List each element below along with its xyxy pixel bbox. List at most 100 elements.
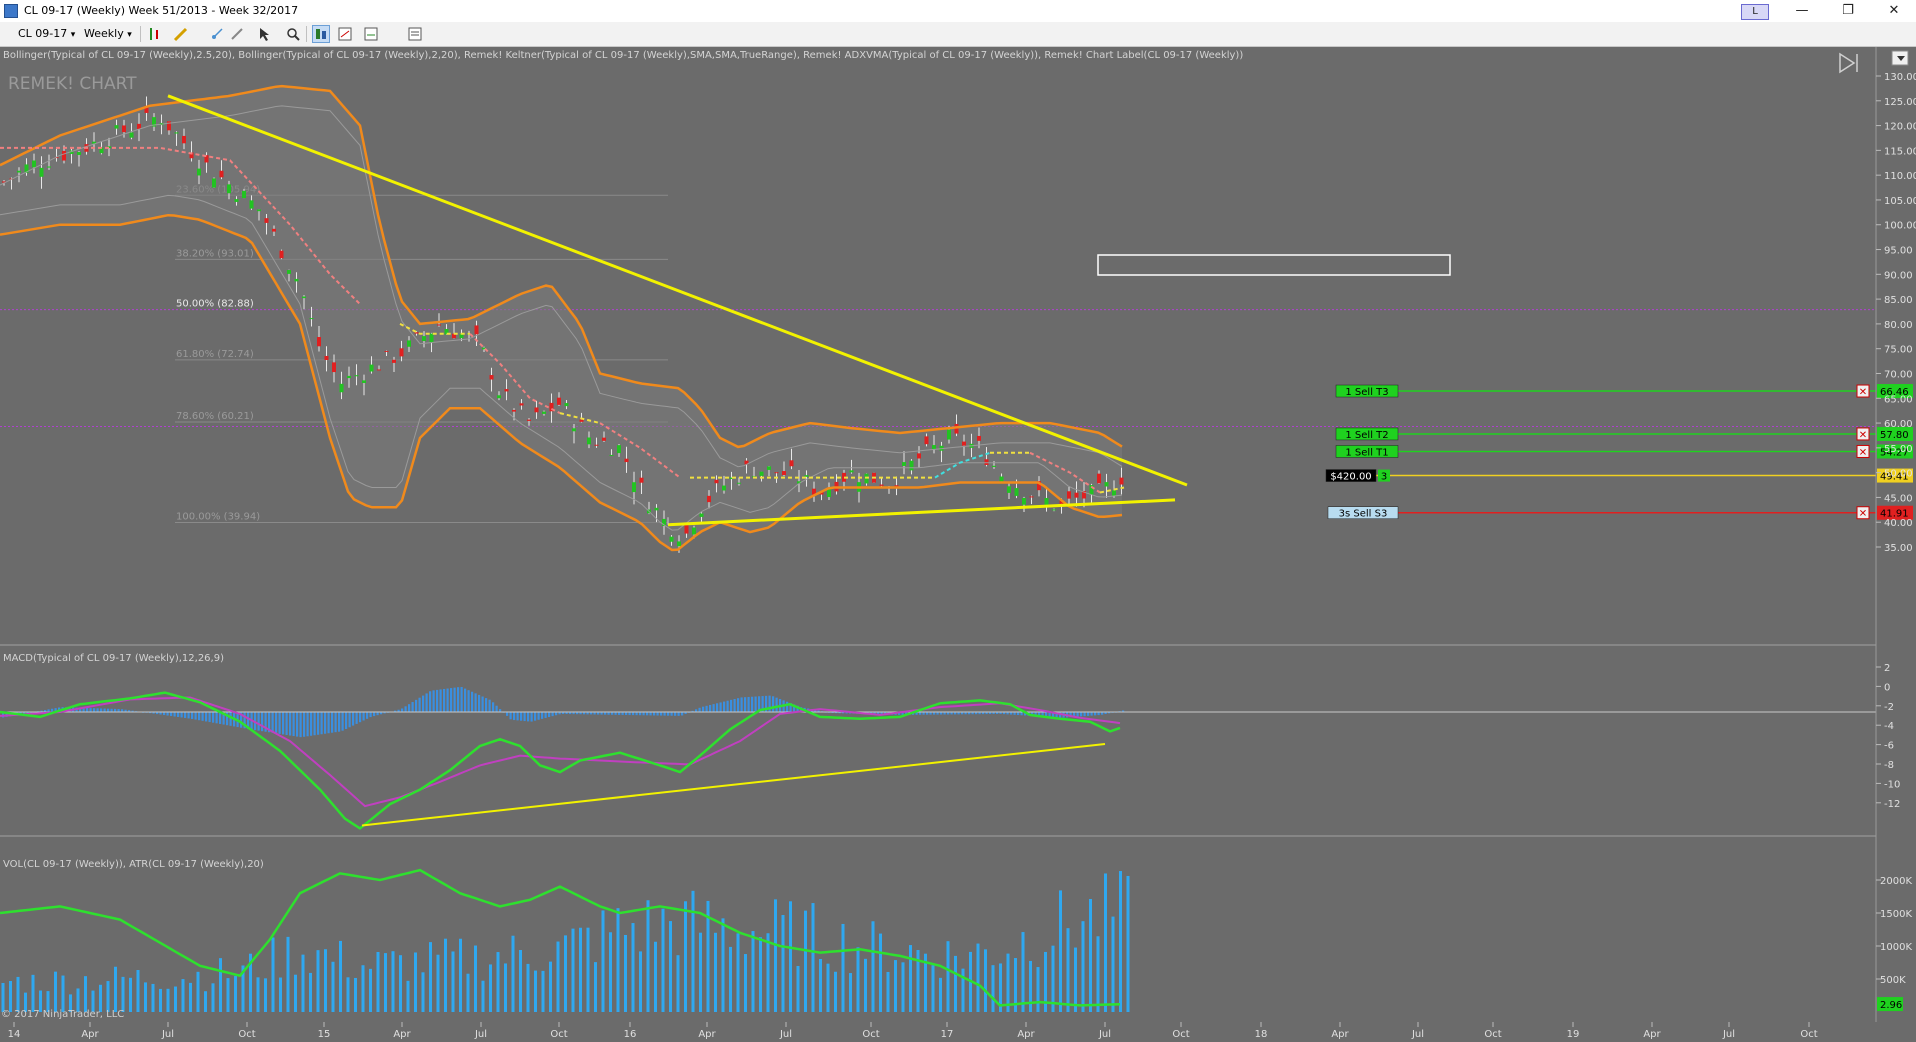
candle-body [924,436,929,445]
macd-histogram-bar [698,707,701,712]
fib-label: 78.60% (60.21) [176,411,254,422]
candle-body [714,479,719,484]
y-tick-label: 60.00 [1884,419,1913,430]
volume-bar [729,946,732,1012]
macd-histogram-bar [359,712,362,723]
macd-histogram-bar [184,712,187,718]
volume-bar [406,980,410,1012]
candle-body [977,435,981,441]
bar-type-icon[interactable] [146,25,164,43]
volume-bar [841,923,845,1012]
candle-body [114,125,119,129]
macd-histogram-bar [425,693,428,712]
candle-body [62,150,66,161]
macd-histogram-bar [271,712,274,733]
draw-pencil-icon[interactable] [172,25,190,43]
volume-bar [511,935,515,1012]
y-tick-label: 130.00 [1884,72,1916,83]
volume-bar [1111,916,1115,1012]
macd-histogram-bar [334,712,337,733]
x-tick-label: Apr [1331,1029,1349,1040]
macd-histogram-bar [740,697,743,712]
window-title-bar: CL 09-17 (Weekly) Week 51/2013 - Week 32… [0,0,1916,23]
macd-histogram-bar [667,712,670,716]
candle-body [669,536,674,542]
macd-histogram-bar [457,687,460,712]
candle-body [302,296,306,299]
macd-histogram-bar [173,712,176,717]
candle-body [317,337,321,347]
candle-body [264,218,269,223]
copyright-text: © 2017 NinjaTrader, LLC [1,1009,124,1020]
volume-bar [781,915,785,1012]
candle-body [77,151,81,155]
minimize-button[interactable]: — [1782,0,1822,22]
candle-body [1067,491,1071,499]
volume-bar [1126,875,1130,1012]
toolbar-separator [306,26,307,42]
volume-bar [369,968,372,1012]
chart-canvas[interactable]: 23.60% (105.94)38.20% (93.01)50.00% (82.… [0,47,1916,1042]
macd-histogram-bar [656,712,659,716]
macd-histogram-bar [723,701,726,712]
macd-histogram-bar [495,705,498,712]
candle-body [527,419,531,421]
candle-body [789,460,794,467]
candle-body [474,325,479,335]
y-tick-label: 500K [1880,975,1906,986]
chart-trader-icon[interactable] [312,25,330,43]
candle-body [617,445,621,454]
x-tick-label: Apr [1643,1029,1661,1040]
volume-bar [346,977,350,1012]
y-tick-label: 95.00 [1884,246,1913,257]
y-tick-label: -12 [1884,799,1900,810]
candle-body [684,524,689,534]
x-tick-label: Oct [1800,1029,1817,1040]
drawing-tools-icon[interactable] [208,25,226,43]
period-selector[interactable]: Weekly ▾ [84,25,132,43]
eraser-icon[interactable] [228,25,246,43]
zoom-icon[interactable] [284,25,302,43]
macd-histogram-bar [299,712,302,738]
y-tick-label: 115.00 [1884,146,1916,157]
close-button[interactable]: ✕ [1874,0,1914,22]
macd-histogram-bar [257,712,260,731]
volume-bar [759,937,762,1012]
pointer-icon[interactable] [256,25,274,43]
volume-bar [504,963,507,1012]
macd-histogram-bar [355,712,358,724]
instrument-selector[interactable]: CL 09-17 ▾ [18,25,75,43]
period-value: Weekly [84,27,124,40]
y-tick-label: 65.00 [1884,394,1913,405]
x-tick-label: Jul [161,1029,174,1040]
macd-histogram-bar [733,699,736,712]
chevron-down-icon[interactable] [1891,50,1909,66]
x-tick-label: Jul [1411,1029,1424,1040]
macd-histogram-bar [86,707,89,712]
y-tick-label: 70.00 [1884,369,1913,380]
volume-bar [1066,928,1070,1012]
volume-bar [564,935,567,1012]
macd-histogram-bar [320,712,323,735]
macd-histogram-bar [352,712,355,726]
volume-bar [376,952,380,1012]
strategies-icon[interactable] [362,25,380,43]
candle-body [542,411,546,414]
volume-bar [616,908,620,1012]
macd-histogram-bar [306,712,309,737]
app-chart-icon [4,4,18,18]
link-button[interactable]: L [1740,0,1770,22]
properties-icon[interactable] [406,25,424,43]
macd-histogram-bar [289,712,292,736]
candle-body [902,462,906,466]
macd-histogram-bar [653,712,656,716]
macd-histogram-bar [285,712,288,735]
indicators-icon[interactable] [336,25,354,43]
candle-body [564,403,569,407]
restore-button[interactable]: ❐ [1828,0,1868,22]
x-tick-label: Oct [1172,1029,1189,1040]
volume-bar [1059,890,1062,1012]
volume-bar [54,971,57,1012]
candle-body [827,488,831,498]
close-icon: ✕ [1859,430,1867,441]
